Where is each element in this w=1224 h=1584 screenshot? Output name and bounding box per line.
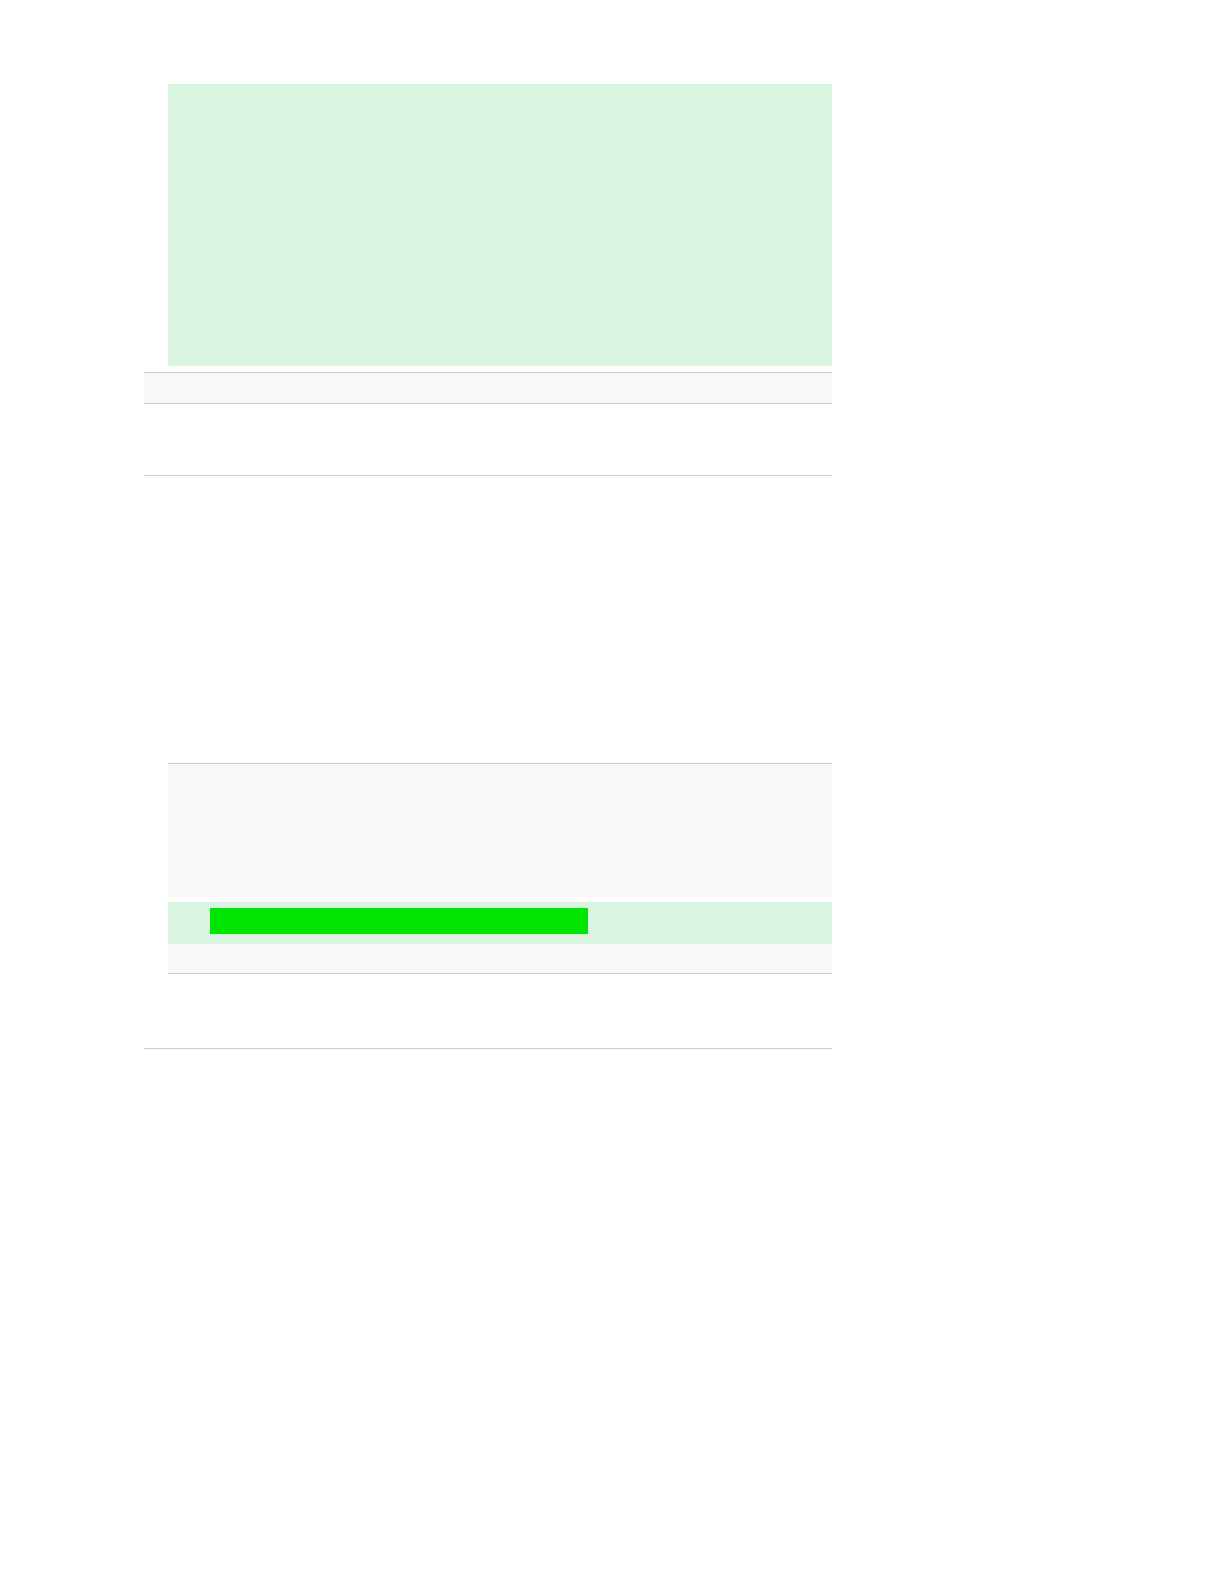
hero-panel <box>168 84 832 366</box>
section-bar-2 <box>168 944 832 974</box>
section-bar-1 <box>144 372 832 404</box>
mid-panel <box>168 763 832 897</box>
divider-1 <box>144 475 832 476</box>
divider-2 <box>144 1048 832 1049</box>
highlight-bar <box>210 908 588 934</box>
